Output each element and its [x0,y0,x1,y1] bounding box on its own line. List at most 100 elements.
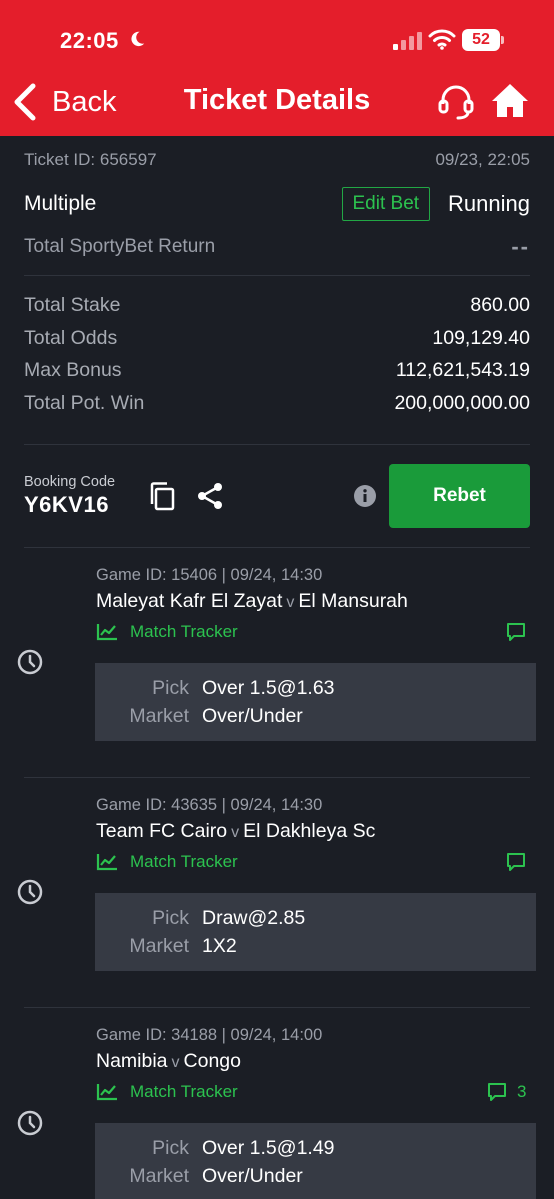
divider [24,777,530,778]
battery-indicator: 52 [462,29,504,51]
divider [24,275,530,276]
moon-icon [131,31,145,47]
cellular-signal-icon [393,32,422,50]
match-tracker-link[interactable]: Match Tracker [96,852,238,872]
match-tracker-link[interactable]: Match Tracker [96,1082,238,1102]
market-line: Market Over/Under [95,705,536,728]
info-icon[interactable] [353,484,377,508]
pick-value: Over 1.5@1.63 [202,677,335,699]
home-team: Maleyat Kafr El Zayat [96,590,283,612]
bet-actions: Edit Bet Running [341,187,530,221]
booking-code-block: Booking Code Y6KV16 [24,474,115,518]
booking-code: Y6KV16 [24,492,109,517]
chart-line-icon [96,854,117,871]
game-id: Game ID: 15406 | 09/24, 14:30 [96,566,323,584]
game-id: Game ID: 34188 | 09/24, 14:00 [96,1026,323,1044]
clock-icon [17,879,43,905]
comments-button[interactable] [506,622,536,642]
versus: v [231,824,240,841]
chart-line-icon [96,624,117,641]
comments-button[interactable]: 3 [487,1082,526,1102]
stat-row-total-stake: Total Stake 860.00 [24,294,530,317]
away-team: El Mansurah [298,590,408,612]
pick-line: Pick Over 1.5@1.63 [95,677,536,700]
stat-row-max-bonus: Max Bonus 112,621,543.19 [24,359,530,382]
stat-value: 860.00 [470,294,530,316]
copy-icon[interactable] [148,481,176,511]
comments-button[interactable] [506,852,536,872]
bet-type-row: Multiple Edit Bet Running [24,186,530,222]
battery-cap [501,36,504,44]
chat-bubble-icon [507,853,525,871]
pick-line: Pick Draw@2.85 [95,907,536,930]
market-label: Market [129,705,189,727]
share-icon[interactable] [195,481,225,511]
clock-icon [17,1110,43,1136]
header-bar: 22:05 52 Back Ticket Details [0,0,554,136]
match-tracker-label: Match Tracker [130,852,238,871]
ticket-id: Ticket ID: 656597 [24,150,157,169]
clock-icon [17,649,43,675]
stat-row-total-pot-win: Total Pot. Win 200,000,000.00 [24,392,530,415]
pick-box: Pick Draw@2.85 Market 1X2 [95,893,536,971]
edit-bet-button[interactable]: Edit Bet [341,187,431,221]
chat-bubble-icon [507,623,525,641]
stat-label: Max Bonus [24,359,122,381]
pick-box: Pick Over 1.5@1.49 Market Over/Under [95,1123,536,1199]
market-value: 1X2 [202,935,237,957]
game-id: Game ID: 43635 | 09/24, 14:30 [96,796,323,814]
market-value: Over/Under [202,705,303,727]
booking-code-label: Booking Code [24,474,116,490]
pick-label: Pick [152,907,189,929]
return-label: Total SportyBet Return [24,236,216,257]
market-line: Market Over/Under [95,1165,536,1188]
headset-support-icon[interactable] [436,82,476,122]
market-label: Market [129,1165,189,1187]
status-time: 22:05 [60,28,119,53]
market-line: Market 1X2 [95,935,536,958]
match-teams: Team FC Cairo v El Dakhleya Sc [96,820,375,843]
home-icon[interactable] [490,81,530,121]
pick-value: Over 1.5@1.49 [202,1137,335,1159]
match-tracker-label: Match Tracker [130,622,238,641]
away-team: El Dakhleya Sc [243,820,376,842]
market-value: Over/Under [202,1165,303,1187]
match-teams: Maleyat Kafr El Zayat v El Mansurah [96,590,408,613]
ticket-datetime: 09/23, 22:05 [435,150,530,169]
stat-label: Total Stake [24,294,121,316]
market-label: Market [129,935,189,957]
pick-box: Pick Over 1.5@1.63 Market Over/Under [95,663,536,741]
return-row: Total SportyBet Return -- [24,234,530,260]
comment-count: 3 [517,1082,527,1101]
match-tracker-label: Match Tracker [130,1082,238,1101]
away-team: Congo [183,1050,241,1072]
match-tracker-link[interactable]: Match Tracker [96,622,238,642]
home-team: Team FC Cairo [96,820,228,842]
bet-type: Multiple [24,192,97,215]
back-button[interactable]: Back [12,80,116,124]
stat-row-total-odds: Total Odds 109,129.40 [24,327,530,350]
divider [24,444,530,445]
pick-label: Pick [152,677,189,699]
match-teams: Namibia v Congo [96,1050,241,1073]
chart-line-icon [96,1084,117,1101]
home-team: Namibia [96,1050,168,1072]
chat-bubble-icon [488,1083,506,1101]
versus: v [286,594,295,611]
stat-label: Total Odds [24,327,118,349]
stat-label: Total Pot. Win [24,392,145,414]
back-label: Back [52,85,117,118]
stat-value: 112,621,543.19 [395,359,530,381]
return-value: -- [511,234,530,259]
chevron-left-icon [14,83,36,121]
ticket-id-row: Ticket ID: 656597 09/23, 22:05 [24,150,530,170]
versus: v [171,1054,180,1071]
divider [24,547,530,548]
divider [24,1007,530,1008]
stat-value: 200,000,000.00 [394,392,530,414]
ticket-status: Running [448,191,530,216]
pick-label: Pick [152,1137,189,1159]
wifi-icon [428,29,456,50]
rebet-button[interactable]: Rebet [389,464,530,528]
pick-line: Pick Over 1.5@1.49 [95,1137,536,1160]
